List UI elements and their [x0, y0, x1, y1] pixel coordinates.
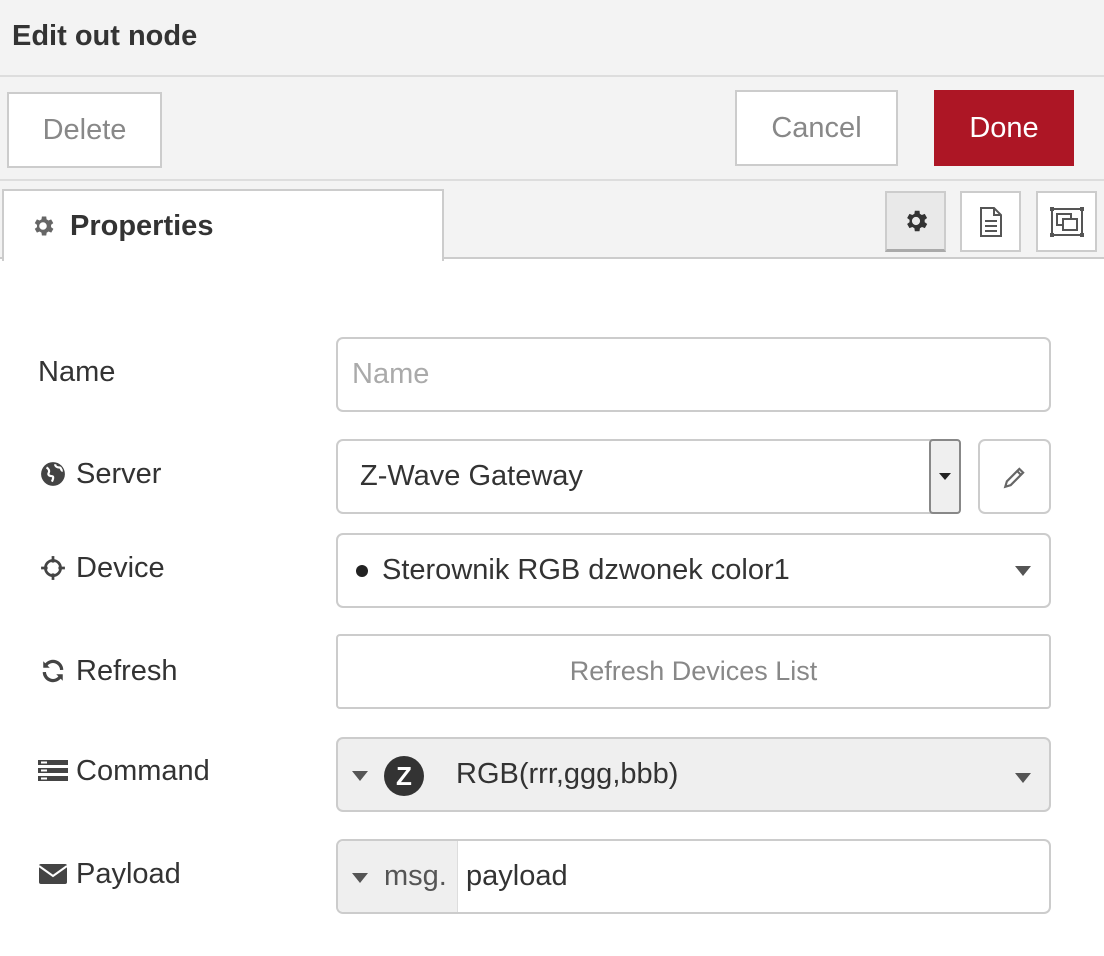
type-caret-icon[interactable] — [352, 771, 368, 781]
payload-value[interactable]: payload — [466, 860, 568, 893]
delete-button[interactable]: Delete — [7, 92, 162, 168]
payload-type-selector[interactable]: msg. — [338, 841, 458, 912]
device-value: Sterownik RGB dzwonek color1 — [382, 554, 790, 586]
device-select[interactable]: Sterownik RGB dzwonek color1 — [336, 533, 1051, 608]
tab-properties-label: Properties — [70, 209, 214, 242]
dialog-title: Edit out node — [12, 20, 198, 52]
bullet-icon — [356, 564, 368, 577]
tab-appearance-button[interactable] — [1036, 191, 1097, 252]
caret-down-icon — [1015, 566, 1031, 576]
envelope-icon — [38, 859, 68, 889]
pencil-icon — [1002, 464, 1028, 490]
caret-down-icon — [352, 873, 368, 883]
device-label-text: Device — [76, 551, 165, 584]
caret-down-icon — [1015, 773, 1031, 783]
refresh-label: Refresh — [38, 651, 178, 691]
server-label: Server — [38, 454, 161, 494]
name-input[interactable] — [336, 337, 1051, 412]
device-label: Device — [38, 548, 165, 588]
tab-description-button[interactable] — [960, 191, 1021, 252]
payload-label-text: Payload — [76, 857, 181, 890]
refresh-label-text: Refresh — [76, 654, 178, 687]
name-label-text: Name — [38, 355, 116, 388]
payload-typed-input[interactable]: msg. payload — [336, 839, 1051, 914]
command-label-text: Command — [76, 754, 210, 787]
server-dropdown-toggle[interactable] — [929, 439, 961, 514]
refresh-devices-button[interactable]: Refresh Devices List — [336, 634, 1051, 709]
dialog-header: Edit out node — [0, 0, 1104, 77]
dialog-toolbar: Delete Cancel Done — [0, 77, 1104, 181]
document-icon — [977, 206, 1005, 238]
globe-icon — [38, 459, 68, 489]
refresh-icon — [38, 656, 68, 686]
name-label: Name — [38, 352, 115, 392]
cancel-button[interactable]: Cancel — [735, 90, 898, 166]
edit-server-button[interactable] — [978, 439, 1051, 514]
command-select[interactable]: Z RGB(rrr,ggg,bbb) — [336, 737, 1051, 812]
payload-label: Payload — [38, 854, 181, 894]
tab-bar: Properties — [0, 181, 1104, 261]
server-value: Z-Wave Gateway — [360, 460, 583, 492]
server-select[interactable]: Z-Wave Gateway — [336, 439, 961, 514]
tab-properties[interactable]: Properties — [2, 189, 444, 261]
caret-down-icon — [939, 473, 951, 480]
server-label-text: Server — [76, 457, 162, 490]
zwave-icon: Z — [384, 756, 424, 796]
gear-icon — [30, 213, 56, 239]
list-icon — [38, 756, 68, 786]
payload-type-label: msg. — [384, 860, 447, 892]
tab-node-properties-button[interactable] — [885, 191, 946, 252]
frame-icon — [1049, 206, 1085, 238]
done-button[interactable]: Done — [934, 90, 1074, 166]
command-label: Command — [38, 751, 210, 791]
crosshairs-icon — [38, 553, 68, 583]
gear-icon — [902, 207, 930, 235]
command-value: RGB(rrr,ggg,bbb) — [456, 758, 679, 790]
